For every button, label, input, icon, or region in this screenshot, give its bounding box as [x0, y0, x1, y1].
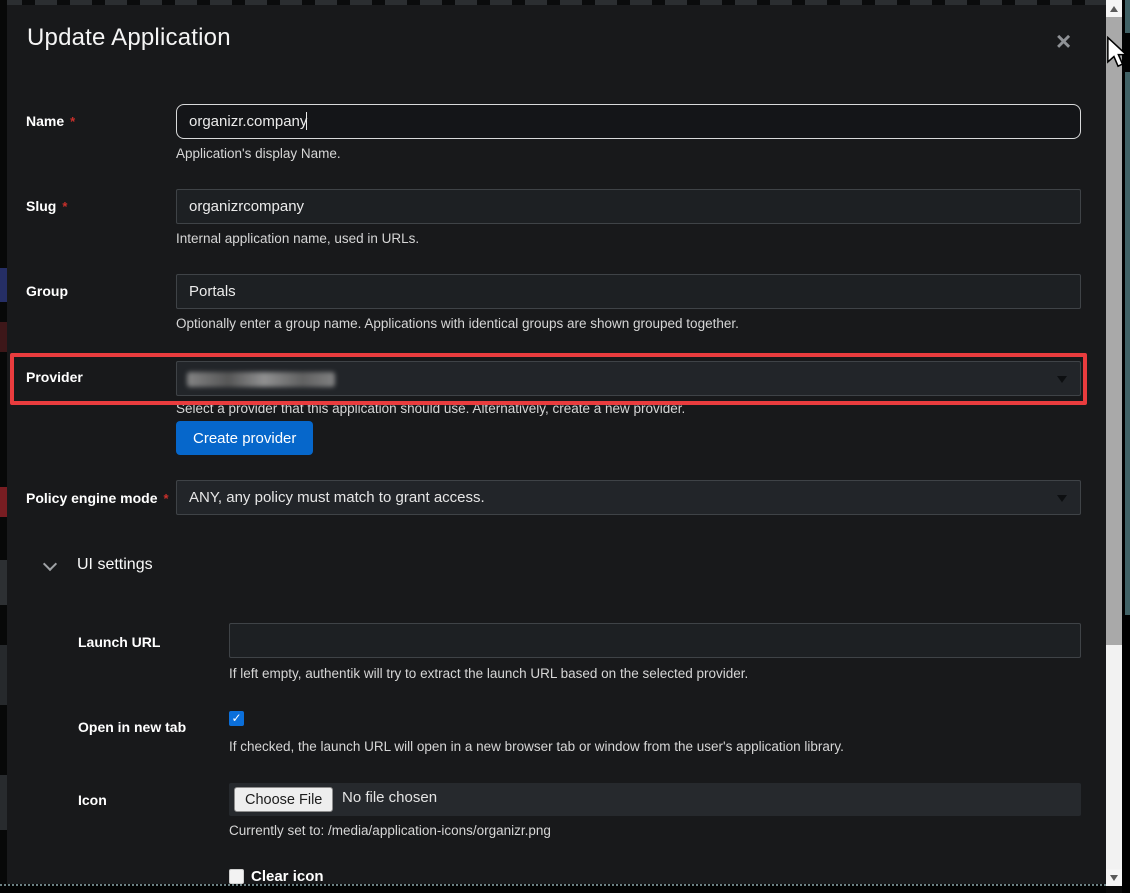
- scroll-down-icon: [1110, 875, 1118, 881]
- scrollbar-down-button[interactable]: [1106, 869, 1122, 886]
- mouse-cursor: [1106, 36, 1128, 68]
- name-input[interactable]: [176, 104, 1081, 139]
- backdrop-bottom-edge: [0, 884, 1106, 893]
- icon-file-input[interactable]: Choose File No file chosen: [229, 783, 1081, 816]
- chevron-down-icon: [1057, 376, 1067, 383]
- backdrop-fragment: [0, 268, 7, 302]
- checkmark-icon: ✓: [231, 711, 241, 725]
- group-help: Optionally enter a group name. Applicati…: [176, 316, 739, 331]
- policy-engine-mode-value: ANY, any policy must match to grant acce…: [189, 489, 485, 506]
- scroll-up-icon: [1110, 6, 1118, 12]
- right-edge-teal-strip: [1125, 0, 1130, 615]
- slug-help: Internal application name, used in URLs.: [176, 231, 419, 246]
- icon-label: Icon: [78, 792, 107, 808]
- launch-url-label: Launch URL: [78, 634, 160, 650]
- open-in-new-tab-checkbox[interactable]: ✓: [229, 711, 244, 726]
- slug-input[interactable]: [176, 189, 1081, 224]
- choose-file-button[interactable]: Choose File: [234, 787, 333, 812]
- scrollbar-thumb[interactable]: [1106, 17, 1122, 645]
- clear-icon-checkbox[interactable]: [229, 869, 244, 884]
- chevron-down-icon: [1057, 495, 1067, 502]
- name-help: Application's display Name.: [176, 146, 341, 161]
- required-asterisk: *: [163, 491, 168, 506]
- close-icon[interactable]: ×: [1056, 28, 1071, 54]
- icon-help: Currently set to: /media/application-ico…: [229, 823, 551, 838]
- launch-url-help: If left empty, authentik will try to ext…: [229, 666, 748, 681]
- backdrop-fragment: [0, 560, 7, 605]
- scrollbar-up-button[interactable]: [1106, 0, 1122, 17]
- clear-icon-label: Clear icon: [251, 868, 324, 885]
- scrollbar[interactable]: [1106, 0, 1122, 893]
- name-label: Name*: [26, 113, 75, 129]
- required-asterisk: *: [70, 114, 75, 129]
- backdrop-fragment: [0, 322, 7, 352]
- backdrop-fragment: [0, 645, 7, 705]
- modal-title: Update Application: [27, 24, 231, 52]
- provider-select[interactable]: [176, 361, 1081, 396]
- policy-engine-mode-label: Policy engine mode*: [26, 490, 169, 506]
- launch-url-input[interactable]: [229, 623, 1081, 658]
- scrollbar-bottom-gap: [1106, 886, 1122, 893]
- group-label: Group: [26, 283, 68, 299]
- backdrop-fragment: [0, 487, 7, 517]
- file-chosen-status: No file chosen: [342, 789, 437, 806]
- screen: Update Application × Name* Application's…: [0, 0, 1130, 893]
- slug-label: Slug*: [26, 198, 67, 214]
- policy-engine-mode-select[interactable]: ANY, any policy must match to grant acce…: [176, 480, 1081, 515]
- backdrop-fragment: [0, 775, 7, 830]
- provider-value-redacted: [187, 372, 335, 387]
- text-caret: [306, 112, 307, 130]
- ui-settings-label: UI settings: [77, 556, 153, 574]
- open-in-new-tab-help: If checked, the launch URL will open in …: [229, 739, 844, 754]
- create-provider-button[interactable]: Create provider: [176, 421, 313, 455]
- provider-label: Provider: [26, 369, 83, 385]
- provider-help: Select a provider that this application …: [176, 401, 685, 416]
- backdrop-left-edge: [0, 0, 7, 893]
- open-in-new-tab-label: Open in new tab: [78, 719, 186, 735]
- group-input[interactable]: [176, 274, 1081, 309]
- right-window-edge: [1122, 0, 1130, 893]
- required-asterisk: *: [62, 199, 67, 214]
